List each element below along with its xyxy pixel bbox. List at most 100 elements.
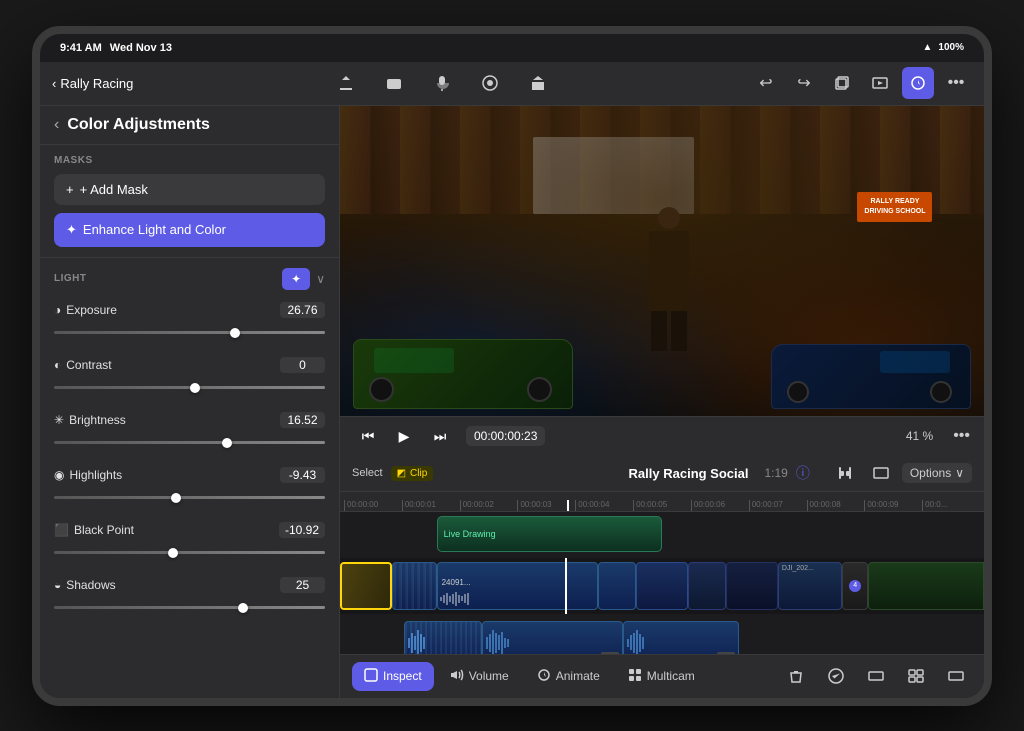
clip-icon: ◩	[397, 468, 406, 479]
timeline-header: Select ◩ Clip Rally Racing Social 1:19 ⓘ	[340, 456, 984, 492]
light-chevron-icon[interactable]: ∨	[316, 272, 325, 286]
clip-7[interactable]	[726, 562, 778, 610]
timeline-tool-2[interactable]	[866, 459, 896, 487]
shadows-icon: ◒	[54, 578, 61, 592]
panel-title: Color Adjustments	[67, 116, 210, 134]
photo-library-button[interactable]	[826, 67, 858, 99]
brightness-slider[interactable]	[54, 433, 325, 453]
redo-button[interactable]: ↪	[788, 67, 820, 99]
clip-6[interactable]	[688, 562, 727, 610]
multicam-label: Multicam	[647, 669, 695, 683]
main-track: 24091...	[340, 558, 984, 614]
light-label: LIGHT	[54, 273, 87, 284]
project-duration: 1:19	[764, 466, 787, 480]
camera-button[interactable]	[378, 67, 410, 99]
bottom-toolbar: Inspect Volume	[340, 654, 984, 698]
animate-label: Animate	[556, 669, 600, 683]
extend-button[interactable]	[940, 660, 972, 692]
audio-clip-2[interactable]: 1-Wi... ◩ 4	[482, 621, 624, 654]
clip-end[interactable]	[868, 562, 984, 610]
shadows-label: ◒ Shadows	[54, 578, 116, 592]
clip-label: Clip	[410, 468, 427, 479]
back-button[interactable]: ‹ Rally Racing	[52, 76, 133, 91]
add-mask-label: + Add Mask	[80, 182, 148, 197]
mic-button[interactable]	[426, 67, 458, 99]
brightness-icon: ✳	[54, 413, 64, 427]
inspect-tab[interactable]: Inspect	[352, 662, 434, 691]
more-button[interactable]: •••	[940, 67, 972, 99]
wifi-icon: ▲	[923, 42, 933, 53]
options-button[interactable]: Options ∨	[902, 463, 972, 483]
blackpoint-slider[interactable]	[54, 543, 325, 563]
nav-button[interactable]	[474, 67, 506, 99]
enhance-button[interactable]: ✦ Enhance Light and Color	[54, 213, 325, 247]
playhead	[567, 500, 569, 511]
live-drawing-clip[interactable]: Live Drawing	[437, 516, 662, 552]
info-button[interactable]: ⓘ	[796, 463, 810, 483]
contrast-header: ◐ Contrast 0	[54, 357, 325, 373]
media-button[interactable]	[864, 67, 896, 99]
live-drawing-label: Live Drawing	[444, 529, 496, 539]
zoom-level-display: 41 %	[906, 429, 933, 443]
masks-section: MASKS + + Add Mask ✦ Enhance Light and C…	[40, 145, 339, 257]
toolbar-left: ‹ Rally Racing	[52, 76, 133, 91]
car-left	[353, 339, 573, 409]
ruler-mark-5: 00:00:05	[633, 500, 691, 511]
app-container: ‹ Rally Racing	[40, 62, 984, 698]
contrast-control: ◐ Contrast 0	[54, 357, 325, 398]
share-button[interactable]	[522, 67, 554, 99]
rewind-button[interactable]: ⏮	[354, 422, 382, 450]
wand-icon: ✦	[66, 222, 77, 238]
timeline-tool-1[interactable]	[830, 459, 860, 487]
playback-bar: ⏮ ▶ ⏭ 00:00:00:23 41 % •••	[340, 416, 984, 456]
bottom-tabs: Inspect Volume	[352, 662, 707, 691]
exposure-thumb	[230, 328, 240, 338]
contrast-value: 0	[280, 357, 325, 373]
exposure-header: ◑ Exposure 26.76	[54, 302, 325, 318]
clip-marker[interactable]: 4	[842, 562, 868, 610]
clip-badge: ◩ Clip	[391, 466, 434, 481]
playback-more-button[interactable]: •••	[953, 427, 970, 445]
right-content: RALLY READYDRIVING SCHOOL ⏮ ▶ ⏭ 00:00:00…	[340, 106, 984, 698]
brightness-thumb	[222, 438, 232, 448]
project-name-display: Rally Racing Social	[629, 466, 749, 481]
check-button[interactable]	[820, 660, 852, 692]
audio-track: 1-Wi... ◩ 4 1-... ◩ 4	[340, 618, 984, 654]
undo-button[interactable]: ↩	[750, 67, 782, 99]
clip-selected[interactable]	[340, 562, 392, 610]
volume-tab[interactable]: Volume	[438, 662, 521, 691]
clip-3[interactable]: 24091...	[437, 562, 598, 610]
active-tool-button[interactable]	[902, 67, 934, 99]
clip-2[interactable]	[392, 562, 437, 610]
play-button[interactable]: ▶	[390, 422, 418, 450]
multicam-tab[interactable]: Multicam	[616, 662, 707, 691]
animate-tab[interactable]: Animate	[525, 662, 612, 691]
fast-forward-button[interactable]: ⏭	[426, 422, 454, 450]
audio-clip-3[interactable]: 1-... ◩ 4	[623, 621, 739, 654]
highlights-slider-bg	[54, 496, 325, 499]
highlights-icon: ◉	[54, 468, 64, 482]
contrast-slider[interactable]	[54, 378, 325, 398]
shadows-slider[interactable]	[54, 598, 325, 618]
light-icon-button[interactable]: ✦	[282, 268, 310, 290]
delete-button[interactable]	[780, 660, 812, 692]
add-mask-button[interactable]: + + Add Mask	[54, 174, 325, 205]
audio-clip-1[interactable]	[404, 621, 481, 654]
split-button[interactable]	[860, 660, 892, 692]
clip-5[interactable]	[636, 562, 688, 610]
status-bar: 9:41 AM Wed Nov 13 ▲ 100%	[40, 34, 984, 62]
highlights-slider[interactable]	[54, 488, 325, 508]
upload-button[interactable]	[330, 67, 362, 99]
blackpoint-value: -10.92	[279, 522, 325, 538]
highlights-label: ◉ Highlights	[54, 468, 122, 482]
clip-4[interactable]	[598, 562, 637, 610]
clip-8[interactable]: DJI_202...	[778, 562, 842, 610]
exposure-slider[interactable]	[54, 323, 325, 343]
panel-back-button[interactable]: ‹	[54, 116, 59, 134]
brightness-slider-bg	[54, 441, 325, 444]
arrange-button[interactable]	[900, 660, 932, 692]
battery-display: 100%	[938, 42, 964, 53]
options-chevron: ∨	[955, 466, 964, 480]
brightness-value: 16.52	[280, 412, 325, 428]
select-label: Select	[352, 467, 383, 479]
